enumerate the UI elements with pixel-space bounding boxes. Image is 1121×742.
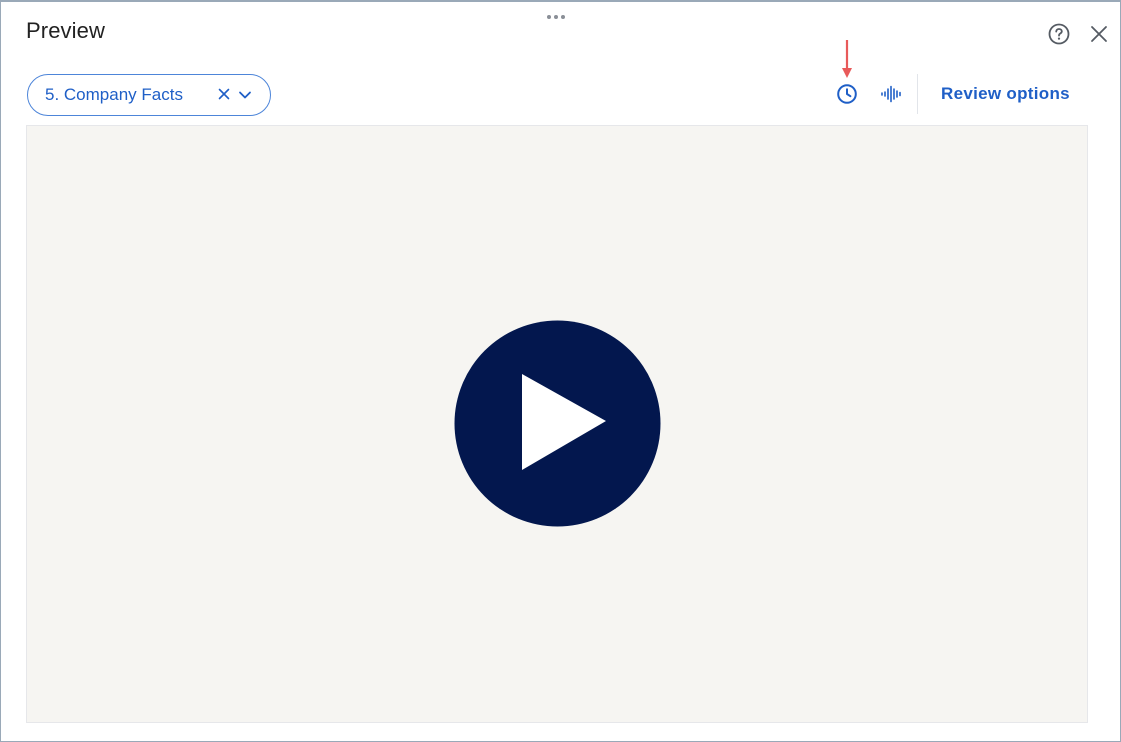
preview-panel: Preview 5. Company Facts Review options [0,0,1121,742]
review-options-button[interactable]: Review options [941,84,1070,104]
video-player[interactable] [26,125,1088,723]
help-icon[interactable] [1048,23,1070,45]
audio-waveform-icon[interactable] [880,85,904,103]
close-icon[interactable] [1090,25,1108,43]
play-icon[interactable] [454,320,661,527]
chevron-down-icon[interactable] [238,88,252,102]
annotation-arrow-icon [839,40,855,80]
panel-title: Preview [26,18,105,43]
drag-handle-icon[interactable] [547,14,567,20]
clock-icon[interactable] [836,83,858,105]
selector-label: 5. Company Facts [45,85,183,104]
clear-icon[interactable] [217,87,231,101]
toolbar-divider [917,74,918,114]
section-selector-dropdown[interactable]: 5. Company Facts [27,74,271,116]
